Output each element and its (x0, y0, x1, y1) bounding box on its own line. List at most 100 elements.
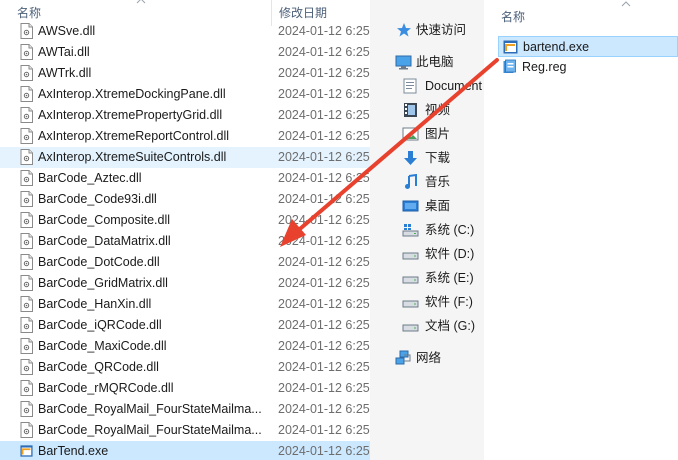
nav-item[interactable]: Document (370, 74, 484, 98)
nav-item-label: 图片 (425, 127, 451, 141)
file-list: AWSve.dll 2024-01-12 6:25 AWTai.dll 2024-01… (0, 21, 370, 460)
file-row[interactable]: BarCode_HanXin.dll 2024-01-12 6:25 (0, 294, 370, 315)
file-date: 2024-01-12 6:25 (278, 339, 370, 353)
file-date: 2024-01-12 6:25 (278, 234, 370, 248)
drive-icon (402, 276, 419, 284)
column-header-name-label: 名称 (17, 6, 42, 20)
computer-icon (395, 55, 412, 70)
dll-file-icon (20, 128, 33, 144)
file-row[interactable]: Reg.reg (498, 57, 678, 78)
dll-file-icon (20, 275, 33, 291)
downloads-folder-icon (404, 151, 417, 165)
file-row[interactable]: AxInterop.XtremeSuiteControls.dll 2024-01… (0, 147, 370, 168)
file-date: 2024-01-12 6:25 (278, 381, 370, 395)
file-row[interactable]: BarCode_Aztec.dll 2024-01-12 6:25 (0, 168, 370, 189)
dll-file-icon (20, 338, 33, 354)
file-date: 2024-01-12 6:25 (278, 66, 370, 80)
file-name: AxInterop.XtremeReportControl.dll (38, 129, 230, 143)
drive-icon (402, 300, 419, 308)
column-header-name-right[interactable]: 名称 (501, 8, 525, 25)
exe-file-icon (20, 445, 33, 457)
star-icon (397, 23, 411, 37)
documents-folder-icon (403, 78, 417, 94)
file-date: 2024-01-12 6:25 (278, 318, 370, 332)
file-list-pane-left: 名称 修改日期 AWSve.dll 2024-01-12 6:25 AWTai.dl… (0, 0, 370, 460)
dll-file-icon (20, 170, 33, 186)
network-icon (395, 350, 411, 365)
nav-item[interactable]: 图片 (370, 122, 484, 146)
file-date: 2024-01-12 6:25 (278, 129, 370, 143)
drive-icon (402, 252, 419, 260)
nav-item[interactable]: 网络 (370, 346, 484, 370)
file-date: 2024-01-12 6:25 (278, 45, 370, 59)
dll-file-icon (20, 401, 33, 417)
file-row[interactable]: BarTend.exe 2024-01-12 6:25 (0, 441, 370, 460)
nav-item-label: 音乐 (425, 175, 451, 189)
file-row[interactable]: AxInterop.XtremeDockingPane.dll 2024-01-1… (0, 84, 370, 105)
file-row[interactable]: BarCode_Composite.dll 2024-01-12 6:25 (0, 210, 370, 231)
file-row[interactable]: AWTai.dll 2024-01-12 6:25 (0, 42, 370, 63)
file-date: 2024-01-12 6:25 (278, 150, 370, 164)
nav-item-label: 视频 (425, 103, 451, 117)
file-name: Reg.reg (522, 60, 567, 74)
music-folder-icon (405, 174, 417, 189)
file-name: BarCode_QRCode.dll (38, 360, 159, 374)
nav-item[interactable]: 音乐 (370, 170, 484, 194)
nav-item[interactable]: 文档 (G:) (370, 314, 484, 338)
nav-item[interactable]: 视频 (370, 98, 484, 122)
nav-item-label: 文档 (G:) (425, 319, 475, 333)
nav-item-label: Document (425, 79, 482, 93)
file-date: 2024-01-12 6:25 (278, 192, 370, 206)
file-name: BarCode_Aztec.dll (38, 171, 142, 185)
sort-ascending-icon (136, 0, 146, 4)
dll-file-icon (20, 359, 33, 375)
file-row[interactable]: BarCode_RoyalMail_FourStateMailma... 2024… (0, 399, 370, 420)
nav-item[interactable]: 下载 (370, 146, 484, 170)
nav-item[interactable]: 快速访问 (370, 18, 484, 42)
file-name: AWSve.dll (38, 24, 96, 38)
file-row[interactable]: BarCode_rMQRCode.dll 2024-01-12 6:25 (0, 378, 370, 399)
file-name: AxInterop.XtremeSuiteControls.dll (38, 150, 227, 164)
navigation-pane: 快速访问此电脑 Document 视频图片下载音乐桌面 系统 (C:) 软件 (D:) 系… (370, 0, 484, 460)
file-row[interactable]: BarCode_Code93i.dll 2024-01-12 6:25 (0, 189, 370, 210)
file-date: 2024-01-12 6:25 (278, 255, 370, 269)
file-row[interactable]: BarCode_MaxiCode.dll 2024-01-12 6:25 (0, 336, 370, 357)
file-row[interactable]: bartend.exe (498, 36, 678, 57)
nav-item[interactable]: 桌面 (370, 194, 484, 218)
dll-file-icon (20, 254, 33, 270)
dll-file-icon (20, 149, 33, 165)
nav-item-label: 快速访问 (416, 23, 467, 37)
file-name: BarCode_RoyalMail_FourStateMailma... (38, 423, 262, 437)
file-name: AWTai.dll (38, 45, 90, 59)
file-row[interactable]: BarCode_RoyalMail_FourStateMailma... 2024… (0, 420, 370, 441)
file-row[interactable]: AxInterop.XtremePropertyGrid.dll 2024-01-… (0, 105, 370, 126)
nav-item[interactable]: 系统 (C:) (370, 218, 484, 242)
nav-item[interactable]: 软件 (D:) (370, 242, 484, 266)
file-row[interactable]: AWTrk.dll 2024-01-12 6:25 (0, 63, 370, 84)
file-row[interactable]: AWSve.dll 2024-01-12 6:25 (0, 21, 370, 42)
file-date: 2024-01-12 6:25 (278, 423, 370, 437)
file-name: BarCode_GridMatrix.dll (38, 276, 168, 290)
file-name: AWTrk.dll (38, 66, 92, 80)
file-row[interactable]: BarCode_DotCode.dll 2024-01-12 6:25 (0, 252, 370, 273)
file-name: AxInterop.XtremePropertyGrid.dll (38, 108, 223, 122)
nav-item[interactable]: 此电脑 (370, 50, 484, 74)
file-name: BarCode_rMQRCode.dll (38, 381, 174, 395)
file-row[interactable]: BarCode_DataMatrix.dll 2024-01-12 6:25 (0, 231, 370, 252)
file-row[interactable]: BarCode_QRCode.dll 2024-01-12 6:25 (0, 357, 370, 378)
file-row[interactable]: BarCode_GridMatrix.dll 2024-01-12 6:25 (0, 273, 370, 294)
file-date: 2024-01-12 6:25 (278, 24, 370, 38)
nav-item[interactable]: 软件 (F:) (370, 290, 484, 314)
file-name: BarCode_Composite.dll (38, 213, 171, 227)
file-row[interactable]: BarCode_iQRCode.dll 2024-01-12 6:25 (0, 315, 370, 336)
nav-item-label: 软件 (D:) (425, 247, 475, 261)
column-header-name-right-label: 名称 (501, 10, 526, 24)
file-name: BarCode_MaxiCode.dll (38, 339, 167, 353)
nav-item[interactable]: 系统 (E:) (370, 266, 484, 290)
file-date: 2024-01-12 6:25 (278, 444, 370, 458)
file-name: AxInterop.XtremeDockingPane.dll (38, 87, 226, 101)
file-name: BarCode_RoyalMail_FourStateMailma... (38, 402, 262, 416)
drive-icon (402, 324, 419, 332)
file-row[interactable]: AxInterop.XtremeReportControl.dll 2024-01… (0, 126, 370, 147)
dll-file-icon (20, 296, 33, 312)
